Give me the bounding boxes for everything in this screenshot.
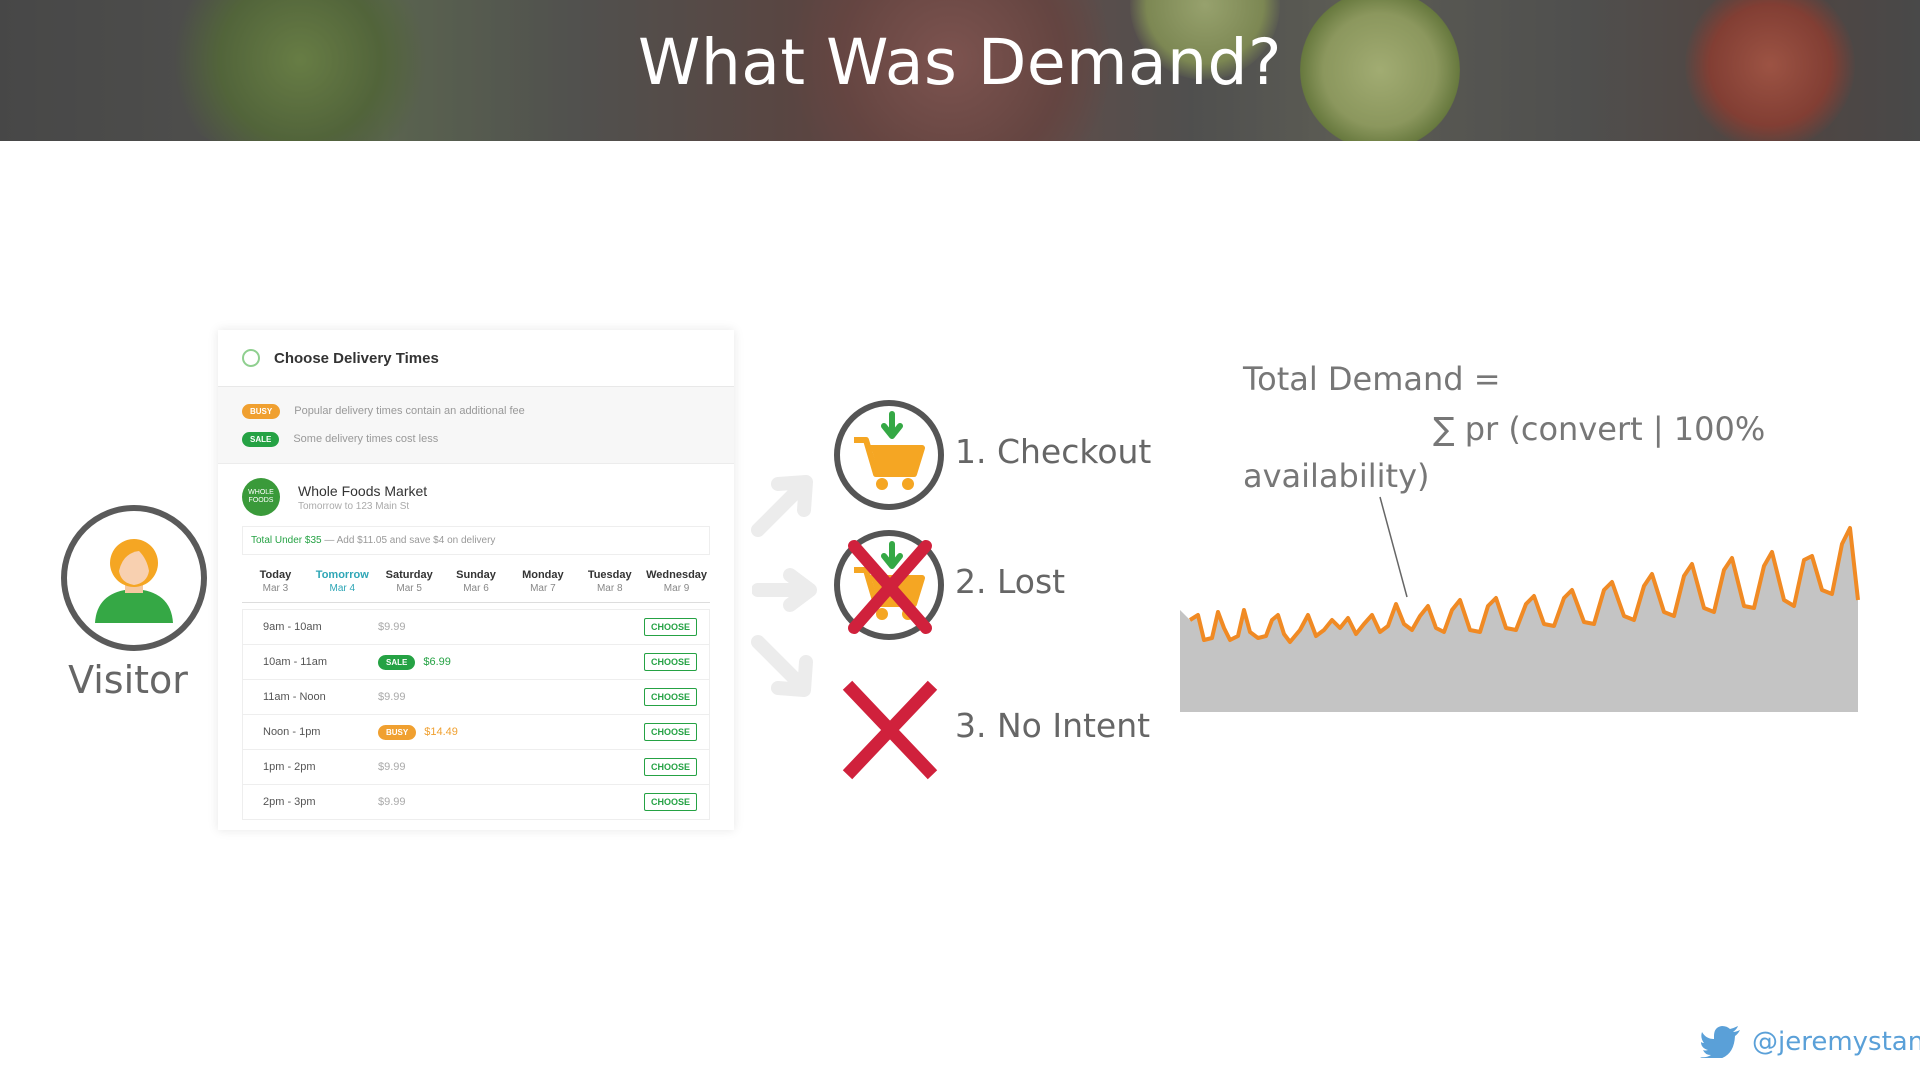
choose-button[interactable]: CHOOSE [643, 618, 697, 636]
slot-price: $9.99 [378, 621, 406, 633]
day-date: Mar 3 [262, 583, 289, 594]
tab-day[interactable]: Saturday Mar 5 [376, 569, 443, 602]
slide-title: What Was Demand? [638, 26, 1282, 99]
day-date: Mar 5 [396, 583, 422, 594]
day-tabs: Today Mar 3 Tomorrow Mar 4 Saturday Mar 5 S… [242, 569, 710, 603]
legend-text: Popular delivery times contain an additi… [294, 405, 525, 417]
day-name: Today [259, 569, 292, 581]
tab-day[interactable]: Sunday Mar 6 [443, 569, 510, 602]
legend-text: Some delivery times cost less [293, 433, 439, 445]
twitter-bird-icon [1700, 1026, 1740, 1058]
arrow-down-right-icon [751, 635, 813, 697]
slot-time: 9am - 10am [263, 621, 322, 633]
slot-price: $9.99 [378, 796, 406, 808]
clock-icon [242, 349, 260, 367]
tab-day[interactable]: Wednesday Mar 9 [643, 569, 710, 602]
demand-area-chart [1180, 526, 1860, 712]
formula-line-3: availability) [1243, 457, 1430, 495]
legend-row-sale: SALE Some delivery times cost less [242, 425, 710, 453]
slot-time: 10am - 11am [263, 656, 327, 668]
day-date: Mar 8 [596, 583, 623, 594]
slot-price: $9.99 [378, 761, 406, 773]
day-date: Mar 4 [329, 583, 356, 594]
order-total-notice: Total Under $35 — Add $11.05 and save $4… [242, 526, 710, 555]
choose-button[interactable]: CHOOSE [643, 793, 697, 811]
day-name: Wednesday [646, 569, 708, 581]
outcome-no-intent-label: 3. No Intent [955, 706, 1151, 745]
tab-day[interactable]: Today Mar 3 [242, 569, 309, 602]
card-header: Choose Delivery Times [218, 330, 734, 387]
choose-button[interactable]: CHOOSE [643, 653, 697, 671]
time-slot-row: 1pm - 2pm $9.99 CHOOSE [242, 750, 710, 785]
visitor-avatar [61, 505, 207, 651]
choose-button[interactable]: CHOOSE [643, 758, 697, 776]
day-name: Tuesday [587, 569, 632, 581]
slot-time: Noon - 1pm [263, 726, 321, 738]
arrow-right-icon [752, 568, 817, 612]
outcome-checkout-label: 1. Checkout [955, 432, 1152, 471]
time-slot-row: 10am - 11am SALE $6.99 CHOOSE [242, 645, 710, 680]
twitter-handle[interactable]: @jeremystan [1700, 1026, 1920, 1058]
formula-line-2: ∑ pr (convert | 100% [1433, 410, 1766, 448]
slot-time: 11am - Noon [263, 691, 326, 703]
total-highlight: Total Under $35 [251, 535, 322, 546]
store-logo: WHOLE FOODS [242, 478, 280, 516]
day-name: Saturday [385, 569, 433, 581]
tab-day[interactable]: Tuesday Mar 8 [576, 569, 643, 602]
busy-badge: BUSY [242, 403, 281, 419]
store-subtitle: Tomorrow to 123 Main St [298, 500, 410, 512]
tab-day[interactable]: Monday Mar 7 [509, 569, 576, 602]
outcome-lost-label: 2. Lost [955, 562, 1066, 601]
formula-line-1: Total Demand = [1243, 360, 1501, 398]
busy-badge: BUSY [378, 724, 417, 740]
day-name: Sunday [456, 569, 496, 581]
header-banner: What Was Demand? [0, 0, 1920, 141]
visitor-label: Visitor [68, 658, 188, 702]
day-date: Mar 6 [463, 583, 489, 594]
card-title: Choose Delivery Times [274, 349, 439, 367]
arrow-up-right-icon [751, 475, 813, 537]
handle-text: @jeremystan [1752, 1027, 1920, 1057]
day-date: Mar 7 [530, 583, 556, 594]
sale-badge: SALE [378, 654, 416, 670]
slot-price: $6.99 [423, 656, 451, 668]
time-slot-row: Noon - 1pm BUSY $14.49 CHOOSE [242, 715, 710, 750]
slot-time: 1pm - 2pm [263, 761, 316, 773]
tab-day-selected[interactable]: Tomorrow Mar 4 [309, 569, 376, 602]
x-icon [842, 680, 938, 780]
day-name: Monday [522, 569, 564, 581]
crossed-cart-icon [834, 530, 944, 640]
slot-price: $14.49 [424, 726, 458, 738]
fee-legend: BUSY Popular delivery times contain an a… [218, 387, 734, 464]
day-date: Mar 9 [663, 583, 690, 594]
delivery-times-card: Choose Delivery Times BUSY Popular deliv… [218, 330, 734, 830]
store-info: WHOLE FOODS Whole Foods Market Tomorrow … [218, 464, 734, 522]
time-slot-list: 9am - 10am $9.99 CHOOSE 10am - 11am SALE… [242, 609, 710, 820]
choose-button[interactable]: CHOOSE [643, 723, 697, 741]
store-name: Whole Foods Market [298, 482, 428, 499]
legend-row-busy: BUSY Popular delivery times contain an a… [242, 397, 710, 425]
sale-badge: SALE [242, 431, 280, 447]
time-slot-row: 11am - Noon $9.99 CHOOSE [242, 680, 710, 715]
person-icon [95, 539, 173, 623]
slot-price: $9.99 [378, 691, 406, 703]
choose-button[interactable]: CHOOSE [643, 688, 697, 706]
time-slot-row: 2pm - 3pm $9.99 CHOOSE [242, 785, 710, 820]
total-text: — Add $11.05 and save $4 on delivery [321, 535, 496, 546]
slot-time: 2pm - 3pm [263, 796, 316, 808]
cart-icon [834, 400, 944, 510]
time-slot-row: 9am - 10am $9.99 CHOOSE [242, 609, 710, 645]
day-name: Tomorrow [315, 569, 369, 581]
